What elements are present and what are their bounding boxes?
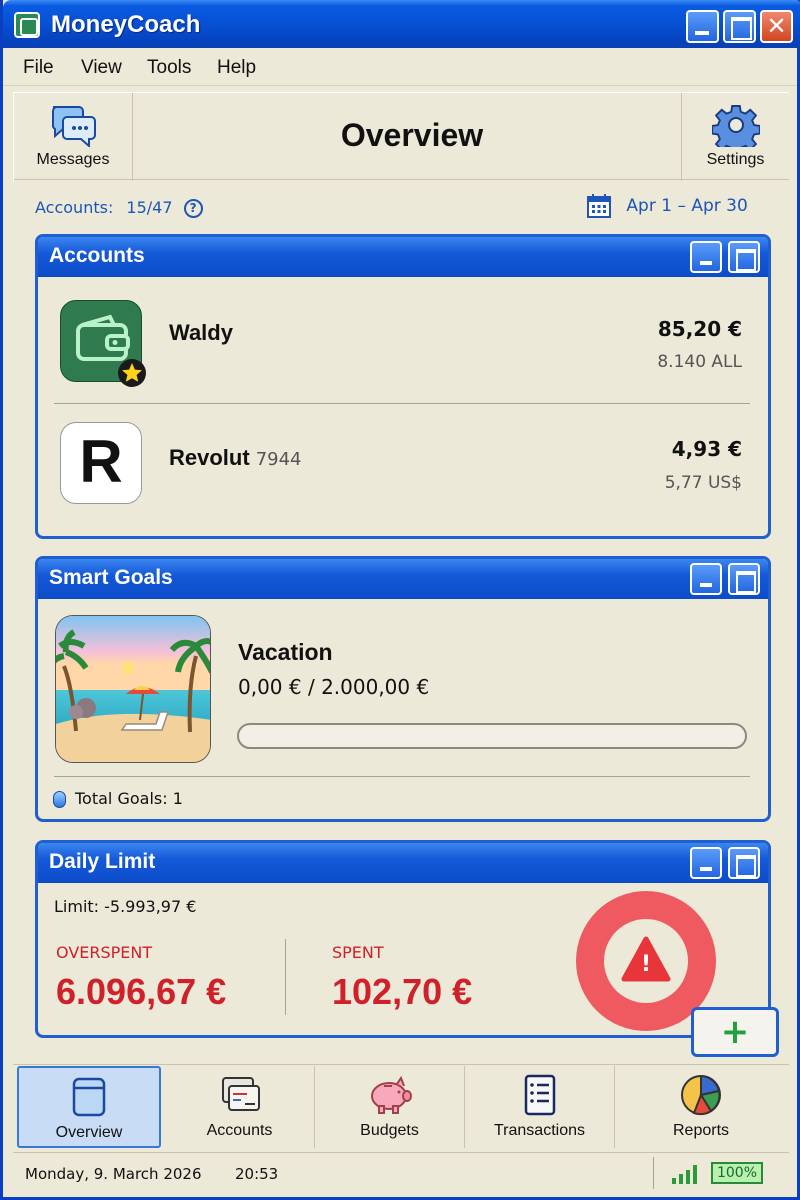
goal-progress-bar bbox=[237, 723, 747, 749]
date-range-label: Apr 1 – Apr 30 bbox=[626, 196, 748, 216]
signal-icon bbox=[672, 1165, 697, 1184]
messages-button[interactable]: Messages bbox=[13, 93, 133, 181]
beach-image bbox=[55, 615, 211, 763]
daily-limit-panel: Daily Limit Limit: -5.993,97 € OVERSPENT… bbox=[35, 840, 771, 1038]
smart-goals-panel-maximize-button[interactable] bbox=[728, 563, 760, 595]
nav-transactions[interactable]: Transactions bbox=[465, 1066, 615, 1148]
daily-limit-panel-minimize-button[interactable] bbox=[690, 847, 722, 879]
app-title: MoneyCoach bbox=[51, 11, 201, 38]
close-icon: ✕ bbox=[766, 12, 787, 40]
daily-limit-panel-maximize-button[interactable] bbox=[728, 847, 760, 879]
accounts-panel-minimize-button[interactable] bbox=[690, 241, 722, 273]
accounts-panel-header: Accounts bbox=[38, 237, 768, 277]
battery-indicator: 100% bbox=[711, 1162, 763, 1184]
warning-glyph: ! bbox=[640, 952, 652, 977]
goal-amount: 0,00 € / 2.000,00 € bbox=[238, 675, 430, 699]
accounts-filter-count: 15/47 bbox=[126, 198, 173, 217]
spent-value: 102,70 € bbox=[332, 971, 473, 1012]
bottom-nav: Overview Accounts Budgets Transactions R… bbox=[13, 1064, 789, 1148]
nav-budgets[interactable]: Budgets bbox=[315, 1066, 465, 1148]
smart-goals-panel: Smart Goals Vacation 0,00 € / 2.000,00 €… bbox=[35, 556, 771, 822]
goal-dot-icon bbox=[53, 791, 66, 808]
menu-bar: File View Tools Help bbox=[3, 48, 797, 86]
goal-name: Vacation bbox=[238, 639, 333, 665]
page-title: Overview bbox=[340, 117, 484, 153]
status-date: Monday, 9. March 2026 bbox=[25, 1165, 202, 1183]
minimize-button[interactable] bbox=[686, 10, 719, 43]
transactions-icon bbox=[524, 1074, 555, 1116]
menu-tools[interactable]: Tools bbox=[147, 57, 191, 79]
accounts-panel-maximize-button[interactable] bbox=[728, 241, 760, 273]
status-time: 20:53 bbox=[235, 1165, 279, 1183]
add-transaction-button[interactable]: + bbox=[691, 1007, 779, 1057]
account-amount: 85,20 € bbox=[657, 317, 742, 341]
favorite-star-icon bbox=[118, 359, 146, 387]
pie-chart-icon bbox=[681, 1074, 721, 1116]
nav-overview-label: Overview bbox=[55, 1124, 123, 1141]
menu-help[interactable]: Help bbox=[217, 57, 256, 79]
nav-reports[interactable]: Reports bbox=[615, 1066, 787, 1148]
messages-icon bbox=[51, 106, 96, 147]
menu-file[interactable]: File bbox=[23, 57, 54, 79]
spent-label: SPENT bbox=[332, 943, 384, 962]
smart-goals-panel-title: Smart Goals bbox=[49, 566, 173, 589]
overspent-value: 6.096,67 € bbox=[56, 971, 227, 1012]
account-row-revolut[interactable]: R Revolut 7944 4,93 € 5,77 US$ bbox=[38, 404, 768, 526]
goal-divider bbox=[54, 776, 750, 777]
calendar-icon bbox=[587, 194, 611, 218]
menu-view[interactable]: View bbox=[81, 57, 122, 79]
close-button[interactable]: ✕ bbox=[760, 10, 793, 43]
status-divider bbox=[653, 1157, 654, 1189]
account-number: 7944 bbox=[255, 449, 302, 470]
smart-goals-panel-header: Smart Goals bbox=[38, 559, 768, 599]
status-bar: Monday, 9. March 2026 20:53 100% bbox=[13, 1152, 789, 1192]
date-range-selector[interactable]: Apr 1 – Apr 30 bbox=[587, 194, 748, 218]
nav-reports-label: Reports bbox=[672, 1122, 730, 1139]
nav-budgets-label: Budgets bbox=[360, 1122, 419, 1139]
goals-total: Total Goals: 1 bbox=[53, 789, 183, 808]
maximize-button[interactable] bbox=[723, 10, 756, 43]
nav-overview[interactable]: Overview bbox=[17, 1066, 161, 1148]
accounts-icon bbox=[221, 1077, 260, 1111]
help-icon[interactable]: ? bbox=[183, 199, 203, 218]
gear-icon bbox=[711, 105, 760, 147]
accounts-filter[interactable]: Accounts: 15/47 ? bbox=[35, 198, 203, 218]
piggy-bank-icon bbox=[370, 1075, 412, 1114]
nav-accounts-label: Accounts bbox=[206, 1122, 273, 1139]
account-amount: 4,93 € bbox=[671, 437, 742, 461]
smart-goals-panel-minimize-button[interactable] bbox=[690, 563, 722, 595]
limit-divider bbox=[285, 939, 286, 1015]
settings-label: Settings bbox=[706, 151, 765, 168]
nav-accounts[interactable]: Accounts bbox=[165, 1066, 315, 1148]
app-window: MoneyCoach ✕ File View Tools Help Messag… bbox=[0, 0, 800, 1200]
app-icon bbox=[14, 12, 40, 38]
account-name: Revolut 7944 bbox=[169, 445, 302, 470]
plus-icon: + bbox=[720, 1012, 750, 1052]
settings-button[interactable]: Settings bbox=[681, 93, 789, 181]
messages-label: Messages bbox=[36, 151, 110, 168]
daily-limit-panel-header: Daily Limit bbox=[38, 843, 768, 883]
account-sub-amount: 8.140 ALL bbox=[657, 352, 742, 372]
overview-icon bbox=[72, 1077, 106, 1117]
title-bar[interactable]: MoneyCoach ✕ bbox=[3, 0, 800, 48]
accounts-filter-label: Accounts: bbox=[35, 198, 114, 217]
nav-transactions-label: Transactions bbox=[494, 1122, 585, 1139]
account-sub-amount: 5,77 US$ bbox=[664, 473, 742, 493]
revolut-logo: R bbox=[60, 422, 142, 504]
account-name: Waldy bbox=[169, 320, 233, 345]
overspent-label: OVERSPENT bbox=[56, 943, 153, 962]
accounts-panel-title: Accounts bbox=[49, 244, 145, 267]
toolbar: Messages Overview Settings bbox=[13, 92, 789, 181]
daily-limit-panel-title: Daily Limit bbox=[49, 850, 156, 873]
accounts-panel: Accounts Waldy 85,20 € 8.140 ALL R Revol… bbox=[35, 234, 771, 539]
limit-text: Limit: -5.993,97 € bbox=[54, 897, 197, 916]
account-row-waldy[interactable]: Waldy 85,20 € 8.140 ALL bbox=[38, 280, 768, 402]
